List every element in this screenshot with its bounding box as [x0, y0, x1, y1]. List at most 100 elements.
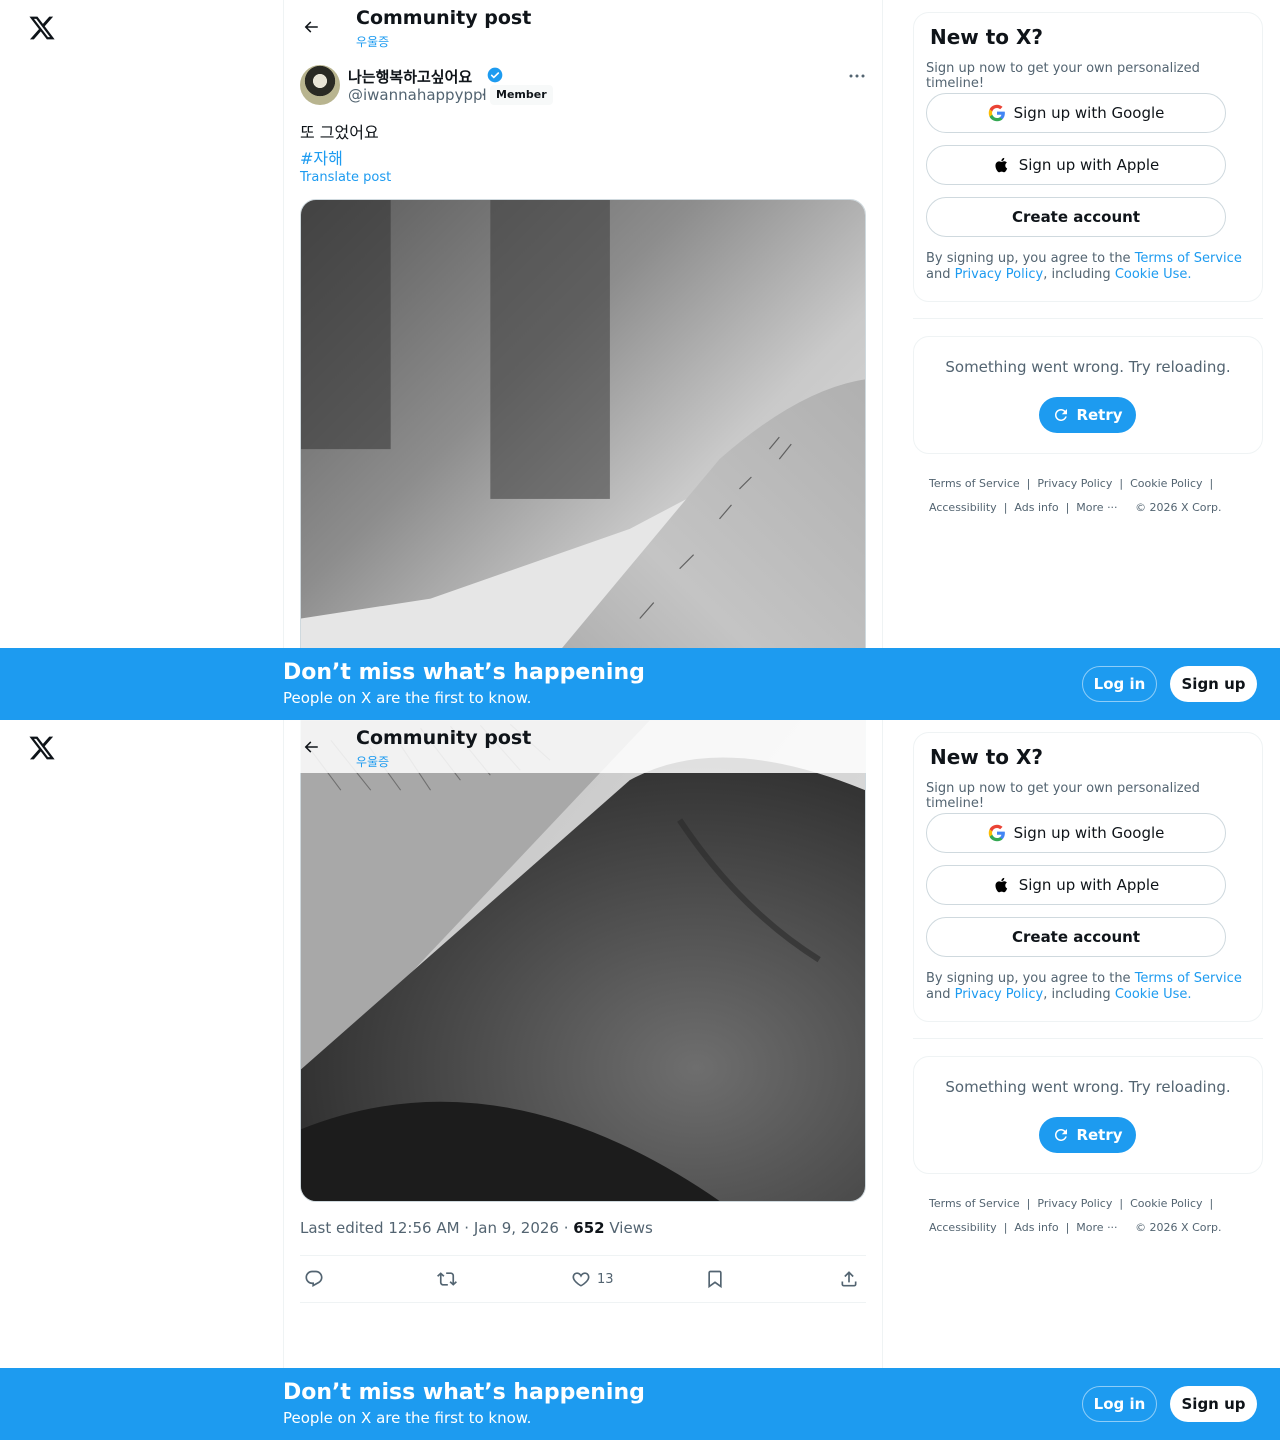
google-signup-button[interactable]: Sign up with Google: [926, 813, 1226, 853]
retry-label: Retry: [1076, 1126, 1123, 1144]
back-arrow-icon[interactable]: [298, 734, 324, 760]
privacy-link[interactable]: Privacy Policy: [955, 267, 1044, 282]
refresh-icon: [1055, 409, 1068, 421]
cookie-link[interactable]: Cookie Use.: [1115, 987, 1192, 1002]
legal-text-1: By signing up, you agree to the: [926, 971, 1135, 986]
post-photo[interactable]: [300, 199, 866, 720]
apple-icon: [995, 877, 1007, 893]
separator: ·: [481, 86, 486, 104]
footer-ads[interactable]: Ads info: [1014, 1221, 1058, 1234]
privacy-link[interactable]: Privacy Policy: [955, 987, 1044, 1002]
retry-button[interactable]: Retry: [1039, 1117, 1136, 1153]
share-icon[interactable]: [839, 1268, 859, 1290]
display-name[interactable]: 나는행복하고싶어요: [348, 66, 472, 87]
page-title: Community post: [356, 727, 532, 749]
community-link[interactable]: 우울증: [356, 753, 389, 770]
footer-privacy[interactable]: Privacy Policy: [1037, 1197, 1112, 1210]
action-bar: 13: [300, 1255, 866, 1303]
community-link[interactable]: 우울증: [356, 33, 389, 50]
views-count: 652: [573, 1219, 605, 1237]
legal-text: By signing up, you agree to the Terms of…: [926, 971, 1246, 1003]
signup-subtitle: Sign up now to get your own personalized…: [926, 781, 1200, 811]
post-meta: Last edited 12:56 AM · Jan 9, 2026 · 652…: [300, 1219, 653, 1237]
more-options-icon[interactable]: [846, 66, 868, 86]
header-bar: Community post 우울증: [284, 720, 882, 773]
like-button[interactable]: 13: [571, 1268, 614, 1290]
post-photo[interactable]: [300, 720, 866, 1202]
post-column: Community post 우울증 나는행복하고싶어요 @iwannahapp…: [283, 0, 883, 720]
edited-timestamp[interactable]: Last edited 12:56 AM · Jan 9, 2026 ·: [300, 1219, 573, 1237]
repost-icon[interactable]: [437, 1268, 457, 1290]
legal-text-3: , including: [1043, 987, 1115, 1002]
footer-accessibility[interactable]: Accessibility: [929, 501, 997, 514]
translate-post-link[interactable]: Translate post: [300, 170, 391, 185]
footer-accessibility[interactable]: Accessibility: [929, 1221, 997, 1234]
footer-links: Terms of Service | Privacy Policy | Cookie P…: [929, 477, 1222, 514]
signup-button[interactable]: Sign up: [1170, 1386, 1257, 1422]
post-text: 또 그었어요: [300, 123, 379, 142]
error-card: Something went wrong. Try reloading. Ret…: [913, 1056, 1263, 1174]
signup-card: New to X? Sign up now to get your own pe…: [913, 732, 1263, 1022]
divider: [913, 318, 1263, 319]
banner-subtitle: People on X are the first to know.: [283, 689, 532, 707]
post-column: Community post 우울증 Last edited 12:56 AM …: [283, 720, 883, 1440]
apple-signup-button[interactable]: Sign up with Apple: [926, 865, 1226, 905]
error-message: Something went wrong. Try reloading.: [945, 358, 1231, 376]
google-signup-label: Sign up with Google: [1013, 104, 1165, 122]
refresh-icon: [1055, 1129, 1068, 1141]
error-card: Something went wrong. Try reloading. Ret…: [913, 336, 1263, 454]
footer-more[interactable]: More ···: [1076, 501, 1117, 514]
create-account-button[interactable]: Create account: [926, 197, 1226, 237]
legal-text-2: and: [926, 267, 955, 282]
x-logo-icon[interactable]: [28, 14, 56, 42]
create-account-button[interactable]: Create account: [926, 917, 1226, 957]
reply-icon[interactable]: [304, 1268, 324, 1290]
screenshot-top: Community post 우울증 나는행복하고싶어요 @iwannahapp…: [0, 0, 1280, 720]
footer-cookie[interactable]: Cookie Policy: [1130, 477, 1202, 490]
avatar[interactable]: [300, 65, 340, 105]
signup-banner: Don’t miss what’s happening People on X …: [0, 1368, 1280, 1440]
divider: [913, 1038, 1263, 1039]
google-icon: [988, 824, 1005, 842]
x-logo-icon[interactable]: [28, 734, 56, 762]
login-button[interactable]: Log in: [1082, 1386, 1157, 1422]
apple-signup-button[interactable]: Sign up with Apple: [926, 145, 1226, 185]
google-signup-label: Sign up with Google: [1013, 824, 1165, 842]
footer-ads[interactable]: Ads info: [1014, 501, 1058, 514]
footer-cookie[interactable]: Cookie Policy: [1130, 1197, 1202, 1210]
apple-signup-label: Sign up with Apple: [1018, 156, 1160, 174]
hashtag-link[interactable]: #자해: [300, 145, 343, 169]
cookie-link[interactable]: Cookie Use.: [1115, 267, 1192, 282]
user-handle[interactable]: @iwannahappyppl: [348, 86, 487, 104]
signup-card: New to X? Sign up now to get your own pe…: [913, 12, 1263, 302]
banner-subtitle: People on X are the first to know.: [283, 1409, 532, 1427]
terms-link[interactable]: Terms of Service: [1135, 251, 1242, 266]
footer-more[interactable]: More ···: [1076, 1221, 1117, 1234]
legal-text-1: By signing up, you agree to the: [926, 251, 1135, 266]
footer-privacy[interactable]: Privacy Policy: [1037, 477, 1112, 490]
heart-icon: [572, 1272, 590, 1287]
retry-button[interactable]: Retry: [1039, 397, 1136, 433]
apple-icon: [995, 157, 1007, 173]
banner-title: Don’t miss what’s happening: [283, 660, 645, 685]
post-author: 나는행복하고싶어요 @iwannahappyppl · Member: [300, 64, 870, 108]
back-arrow-icon[interactable]: [298, 14, 324, 40]
footer-copyright: © 2026 X Corp.: [1135, 1221, 1222, 1234]
login-button[interactable]: Log in: [1082, 666, 1157, 702]
signup-title: New to X?: [930, 25, 1044, 49]
bookmark-icon[interactable]: [705, 1268, 725, 1290]
legal-text-2: and: [926, 987, 955, 1002]
verified-badge-icon: [487, 67, 503, 83]
footer-copyright: © 2026 X Corp.: [1135, 501, 1222, 514]
footer-terms[interactable]: Terms of Service: [929, 1197, 1020, 1210]
apple-signup-label: Sign up with Apple: [1018, 876, 1160, 894]
page-title: Community post: [356, 7, 532, 29]
banner-title: Don’t miss what’s happening: [283, 1380, 645, 1405]
legal-text: By signing up, you agree to the Terms of…: [926, 251, 1246, 283]
signup-button[interactable]: Sign up: [1170, 666, 1257, 702]
footer-terms[interactable]: Terms of Service: [929, 477, 1020, 490]
signup-banner: Don’t miss what’s happening People on X …: [0, 648, 1280, 720]
google-signup-button[interactable]: Sign up with Google: [926, 93, 1226, 133]
retry-label: Retry: [1076, 406, 1123, 424]
terms-link[interactable]: Terms of Service: [1135, 971, 1242, 986]
